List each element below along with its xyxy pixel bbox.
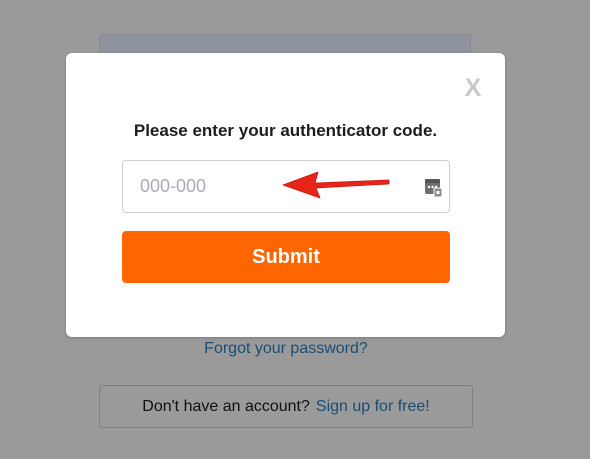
signup-prompt: Don't have an account?: [142, 397, 310, 415]
modal-title: Please enter your authenticator code.: [133, 121, 438, 140]
signup-link[interactable]: Sign up for free!: [316, 398, 430, 416]
password-keychain-icon[interactable]: [425, 176, 443, 198]
authenticator-modal: X Please enter your authenticator code. …: [66, 53, 505, 337]
forgot-password-link[interactable]: Forgot your password?: [0, 340, 572, 358]
authenticator-code-input[interactable]: [123, 161, 413, 212]
code-input-container: [122, 160, 450, 213]
signup-box: Don't have an account? Sign up for free!: [99, 385, 473, 428]
submit-button[interactable]: Submit: [122, 231, 450, 283]
close-button[interactable]: X: [462, 75, 484, 101]
